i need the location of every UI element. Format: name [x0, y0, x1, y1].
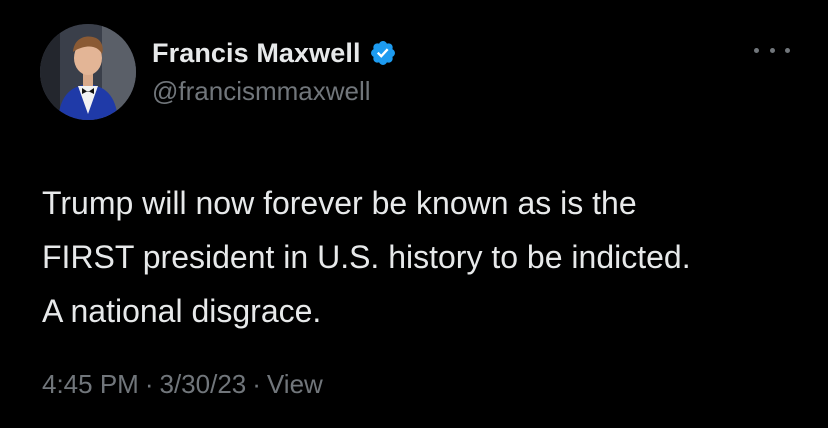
- meta-separator: ·: [252, 369, 261, 399]
- tweet-text: Trump will now forever be known as is th…: [42, 176, 802, 338]
- tweet-time[interactable]: 4:45 PM: [42, 369, 139, 399]
- tweet-text-line: FIRST president in U.S. history to be in…: [42, 239, 691, 275]
- view-link[interactable]: View: [267, 369, 323, 399]
- tweet-meta: 4:45 PM · 3/30/23 · View: [42, 369, 323, 400]
- avatar[interactable]: [40, 24, 136, 120]
- tweet-date[interactable]: 3/30/23: [160, 369, 247, 399]
- author-name-row[interactable]: Francis Maxwell: [152, 34, 397, 72]
- profile-photo: [40, 24, 136, 120]
- author-handle[interactable]: @francismmaxwell: [152, 76, 371, 107]
- tweet-text-line: A national disgrace.: [42, 293, 322, 329]
- more-dot: [769, 47, 775, 53]
- author-display-name[interactable]: Francis Maxwell: [152, 38, 361, 69]
- tweet-card: Francis Maxwell @francismmaxwell Trump w…: [0, 0, 828, 428]
- verified-badge-icon[interactable]: [369, 39, 397, 67]
- tweet-text-line: Trump will now forever be known as is th…: [42, 185, 637, 221]
- more-options-icon[interactable]: [754, 38, 790, 62]
- more-dot: [785, 47, 790, 53]
- meta-separator: ·: [144, 369, 154, 399]
- more-dot: [754, 47, 759, 53]
